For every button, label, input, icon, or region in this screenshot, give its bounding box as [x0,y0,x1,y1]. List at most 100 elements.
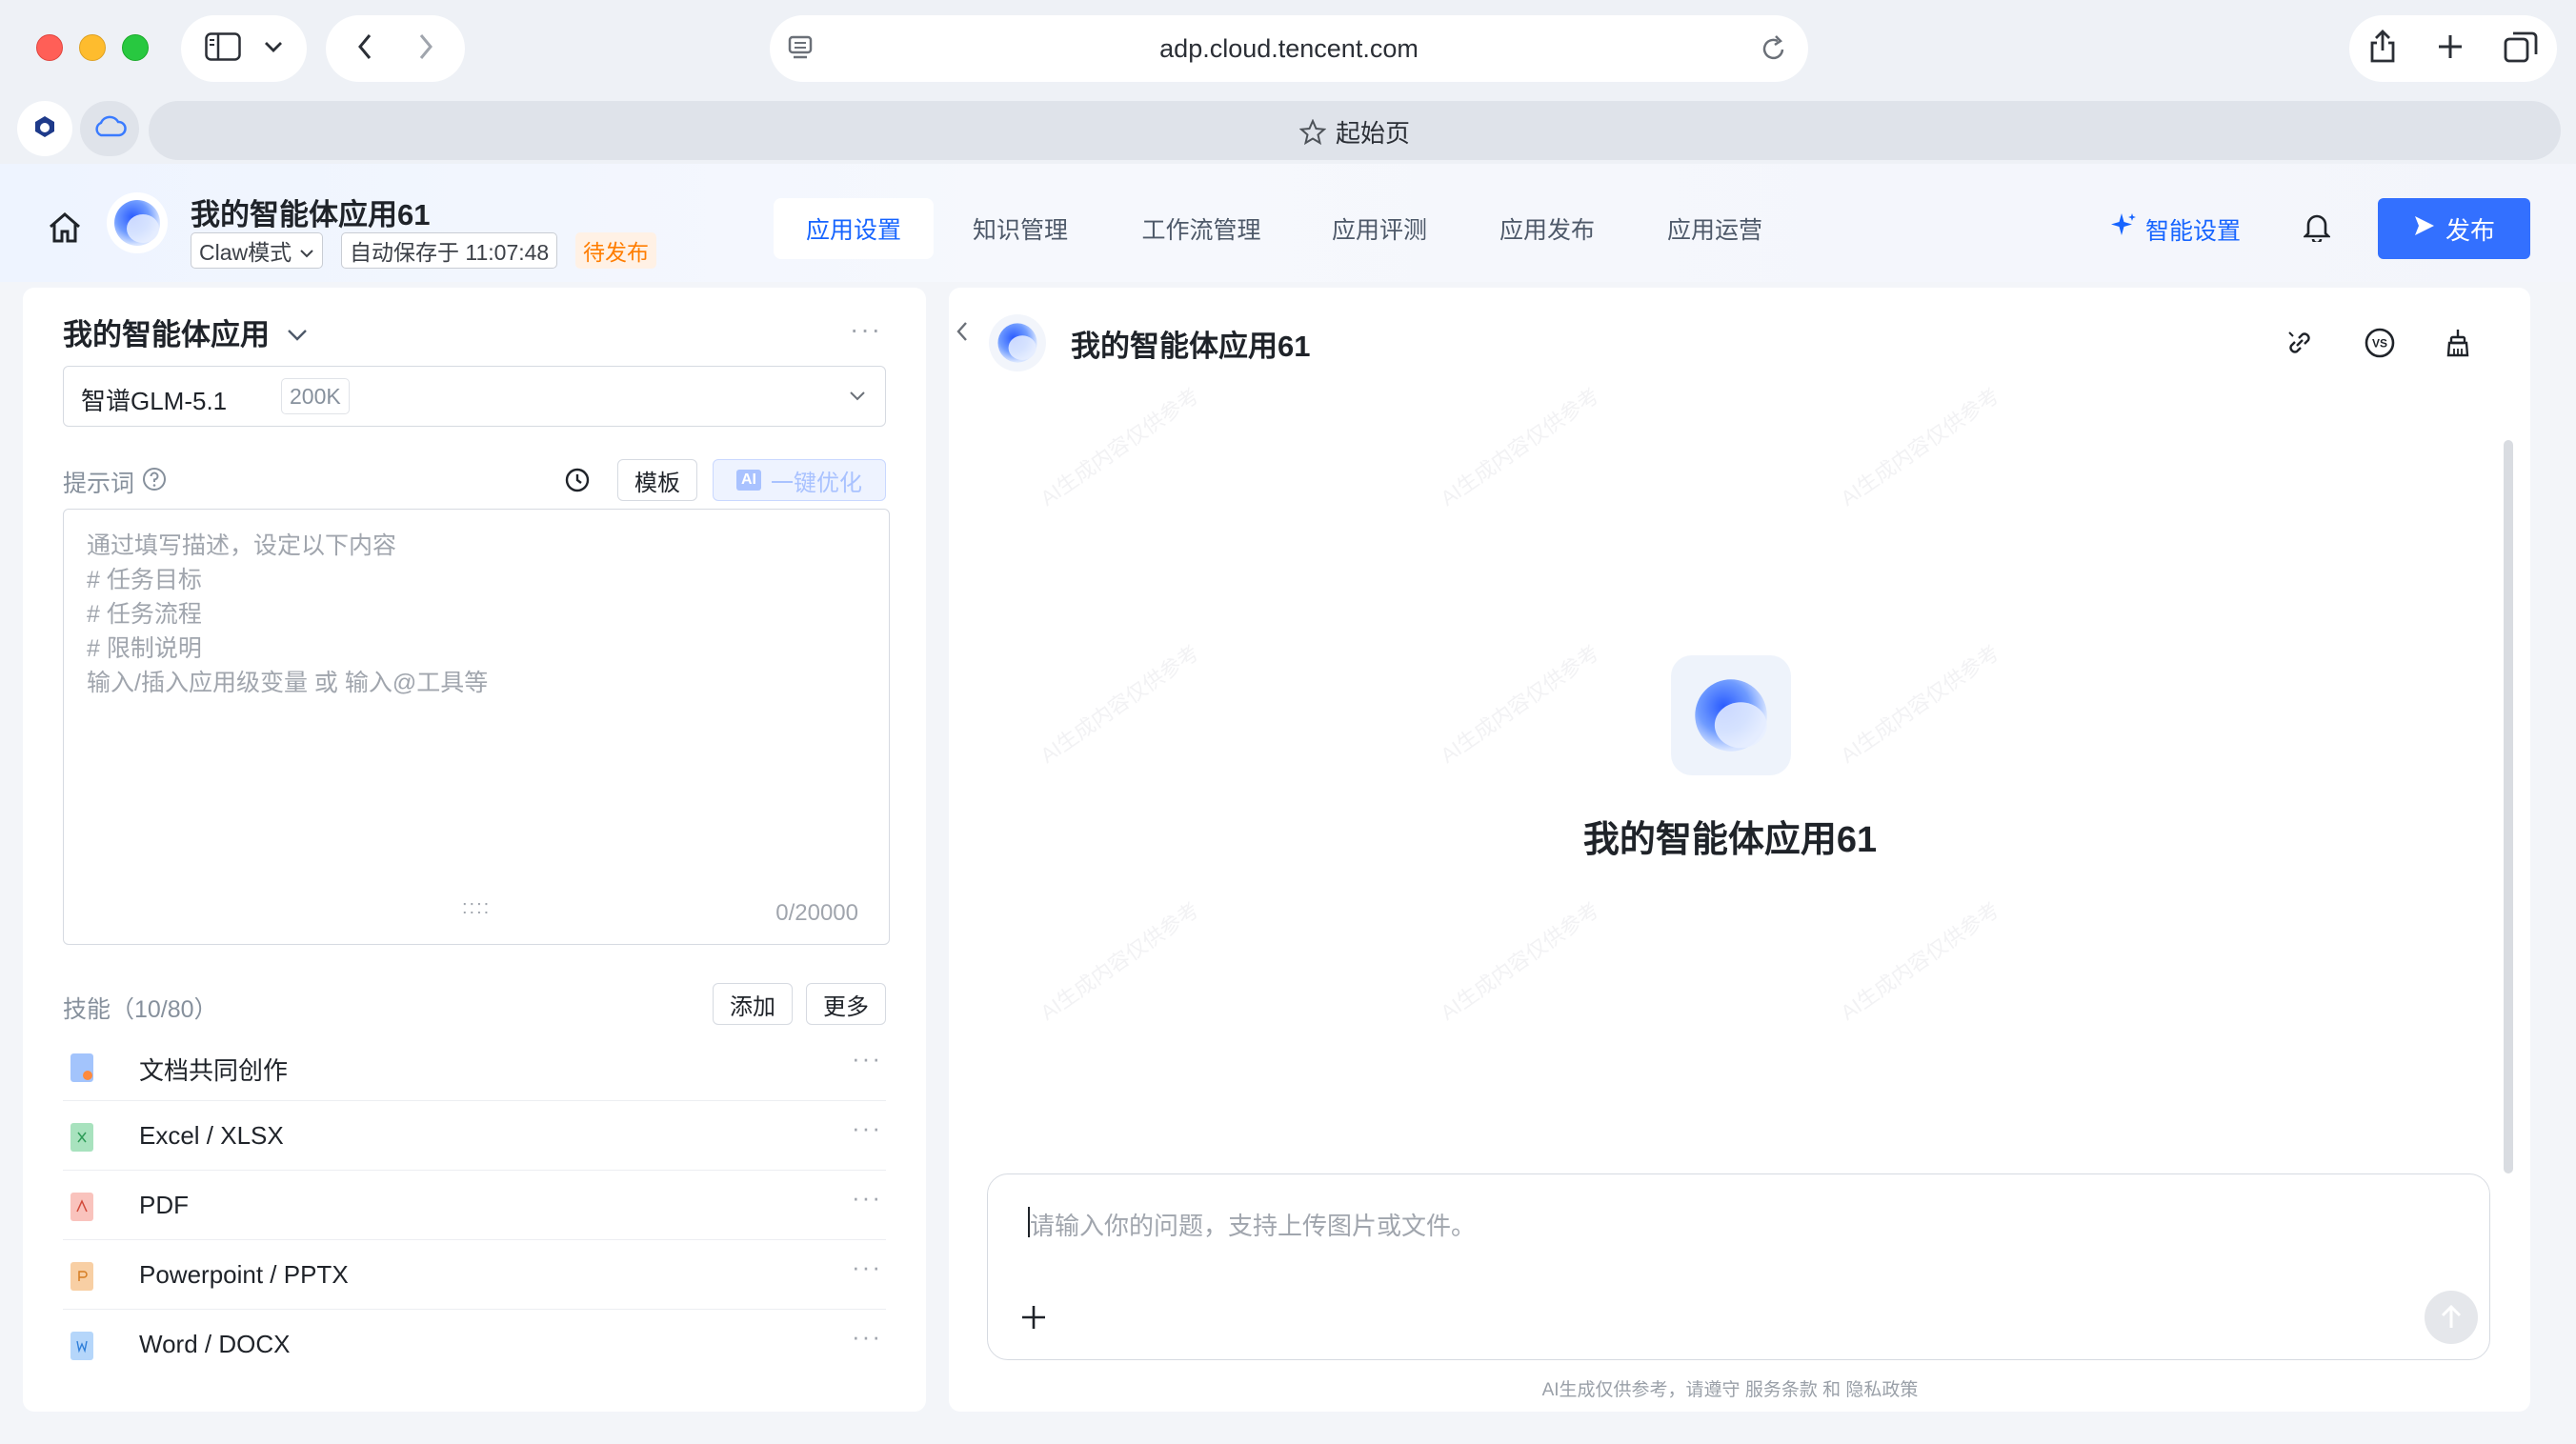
optimize-button[interactable]: AI 一键优化 [713,459,886,501]
optimize-label: 一键优化 [771,470,862,496]
tab-label: 应用运营 [1666,217,1762,244]
cloud-icon [91,114,128,144]
close-window-button[interactable] [36,34,63,61]
extension-logo-icon [31,113,58,145]
cloud-tab-button[interactable] [80,101,139,156]
tab-publish[interactable]: 应用发布 [1479,198,1616,259]
document-icon [70,1053,93,1082]
share-icon[interactable] [2368,29,2397,69]
chat-input[interactable]: 请输入你的问题，支持上传图片或文件。 [987,1173,2490,1360]
prompt-label: 提示词 [63,471,135,497]
chevron-down-icon [299,238,314,264]
back-icon[interactable] [357,33,372,65]
prompt-placeholder-line: 输入/插入应用级变量 或 输入@工具等 [87,670,489,696]
skill-more-icon[interactable]: ··· [852,1044,882,1073]
home-icon[interactable] [48,211,82,249]
maximize-window-button[interactable] [122,34,149,61]
welcome-title: 我的智能体应用61 [1582,820,1878,860]
watermark-icon: AI生成内容仅供参考 [1436,383,1604,511]
url-text: adp.cloud.tencent.com [1159,34,1419,63]
char-counter: 0/20000 [775,900,858,926]
history-icon[interactable] [564,467,591,498]
watermark-icon: AI生成内容仅供参考 [1836,640,2004,768]
address-bar[interactable]: adp.cloud.tencent.com [770,15,1808,82]
minimize-window-button[interactable] [79,34,106,61]
app-title: 我的智能体应用61 [191,198,431,231]
tab-overview-icon[interactable] [2504,30,2538,68]
arrow-up-icon [2441,1305,2462,1328]
sidebar-toggle-group [181,15,307,82]
chat-input-placeholder: 请输入你的问题，支持上传图片或文件。 [1030,1212,1477,1240]
tab-workflow[interactable]: 工作流管理 [1126,198,1277,259]
watermark-icon: AI生成内容仅供参考 [1036,640,1204,768]
skills-label: 技能（10/80） [63,996,218,1023]
prompt-textarea[interactable]: 通过填写描述，设定以下内容 # 任务目标 # 任务流程 # 限制说明 输入/插入… [63,509,890,945]
extension-button[interactable] [17,101,72,156]
resize-grip-icon[interactable]: :::: [462,897,491,919]
skill-item[interactable]: Powerpoint / PPTX ··· [63,1241,886,1310]
app-avatar [107,192,168,253]
panel-more-icon[interactable]: ··· [850,314,882,345]
status-label: 待发布 [583,240,649,265]
tab-start-page-content: 起始页 [149,114,2561,152]
skill-label: PDF [139,1191,189,1219]
tab-knowledge[interactable]: 知识管理 [953,198,1088,259]
mode-selector[interactable]: Claw模式 [191,232,324,269]
new-tab-icon[interactable] [2436,32,2465,66]
skill-item[interactable]: PDF ··· [63,1172,886,1240]
model-select[interactable]: 智谱GLM-5.1 200K [63,366,886,427]
skill-label: Word / DOCX [139,1330,291,1358]
send-message-button[interactable] [2425,1291,2478,1344]
publish-button[interactable]: 发布 [2378,198,2530,259]
skill-label: Powerpoint / PPTX [139,1260,349,1289]
reload-icon[interactable] [1761,34,1787,68]
link-icon[interactable] [2281,324,2319,362]
tab-start-page[interactable]: 起始页 [149,101,2561,160]
watermark-icon: AI生成内容仅供参考 [1436,897,1604,1025]
sidebar-icon[interactable] [205,31,241,66]
chat-scrollbar[interactable] [2504,440,2513,1173]
watermark-icon: AI生成内容仅供参考 [1436,640,1604,768]
more-skills-button[interactable]: 更多 [806,983,886,1025]
chevron-down-icon [849,390,866,407]
powerpoint-icon [70,1262,93,1291]
ai-tag: AI [736,470,761,491]
chevron-down-icon[interactable] [264,40,283,58]
skill-more-icon[interactable]: ··· [852,1253,882,1282]
agent-selector[interactable]: 我的智能体应用 [63,311,308,353]
autosave-chip: 自动保存于 11:07:48 [341,232,558,269]
skill-more-icon[interactable]: ··· [852,1183,882,1213]
skill-item[interactable]: Excel / XLSX ··· [63,1102,886,1171]
tab-operations[interactable]: 应用运营 [1646,198,1783,259]
template-button[interactable]: 模板 [617,459,697,501]
add-skill-button[interactable]: 添加 [713,983,793,1025]
broom-icon[interactable] [2439,324,2477,362]
skill-label: Excel / XLSX [139,1121,284,1150]
panel-title: 我的智能体应用 [63,318,270,351]
skill-more-icon[interactable]: ··· [852,1322,882,1352]
tab-title: 起始页 [1335,119,1410,148]
versus-icon[interactable]: VS [2361,324,2399,362]
tab-app-settings[interactable]: 应用设置 [774,198,934,259]
skill-item[interactable]: 文档共同创作 ··· [63,1033,886,1101]
forward-icon[interactable] [418,33,433,65]
upload-plus-icon[interactable] [1015,1298,1053,1336]
tab-label: 工作流管理 [1141,217,1261,244]
watermark-icon: AI生成内容仅供参考 [1836,897,2004,1025]
skill-item[interactable]: Word / DOCX ··· [63,1311,886,1379]
bell-icon[interactable] [2302,211,2332,247]
smart-settings-button[interactable]: 智能设置 [2109,211,2241,247]
publish-label: 发布 [2445,215,2495,245]
tab-label: 应用发布 [1499,217,1595,244]
prompt-placeholder-line: # 任务流程 [87,601,202,628]
sparkle-icon [2109,211,2138,247]
watermark-icon: AI生成内容仅供参考 [1836,383,2004,511]
history-nav-group [326,15,465,82]
prompt-placeholder-line: # 任务目标 [87,567,202,593]
skill-label: 文档共同创作 [139,1056,289,1085]
help-icon[interactable] [142,467,167,498]
tab-evaluation[interactable]: 应用评测 [1311,198,1448,259]
chat-title: 我的智能体应用61 [1071,330,1311,363]
skill-more-icon[interactable]: ··· [852,1113,882,1143]
collapse-panel-icon[interactable] [949,312,976,351]
